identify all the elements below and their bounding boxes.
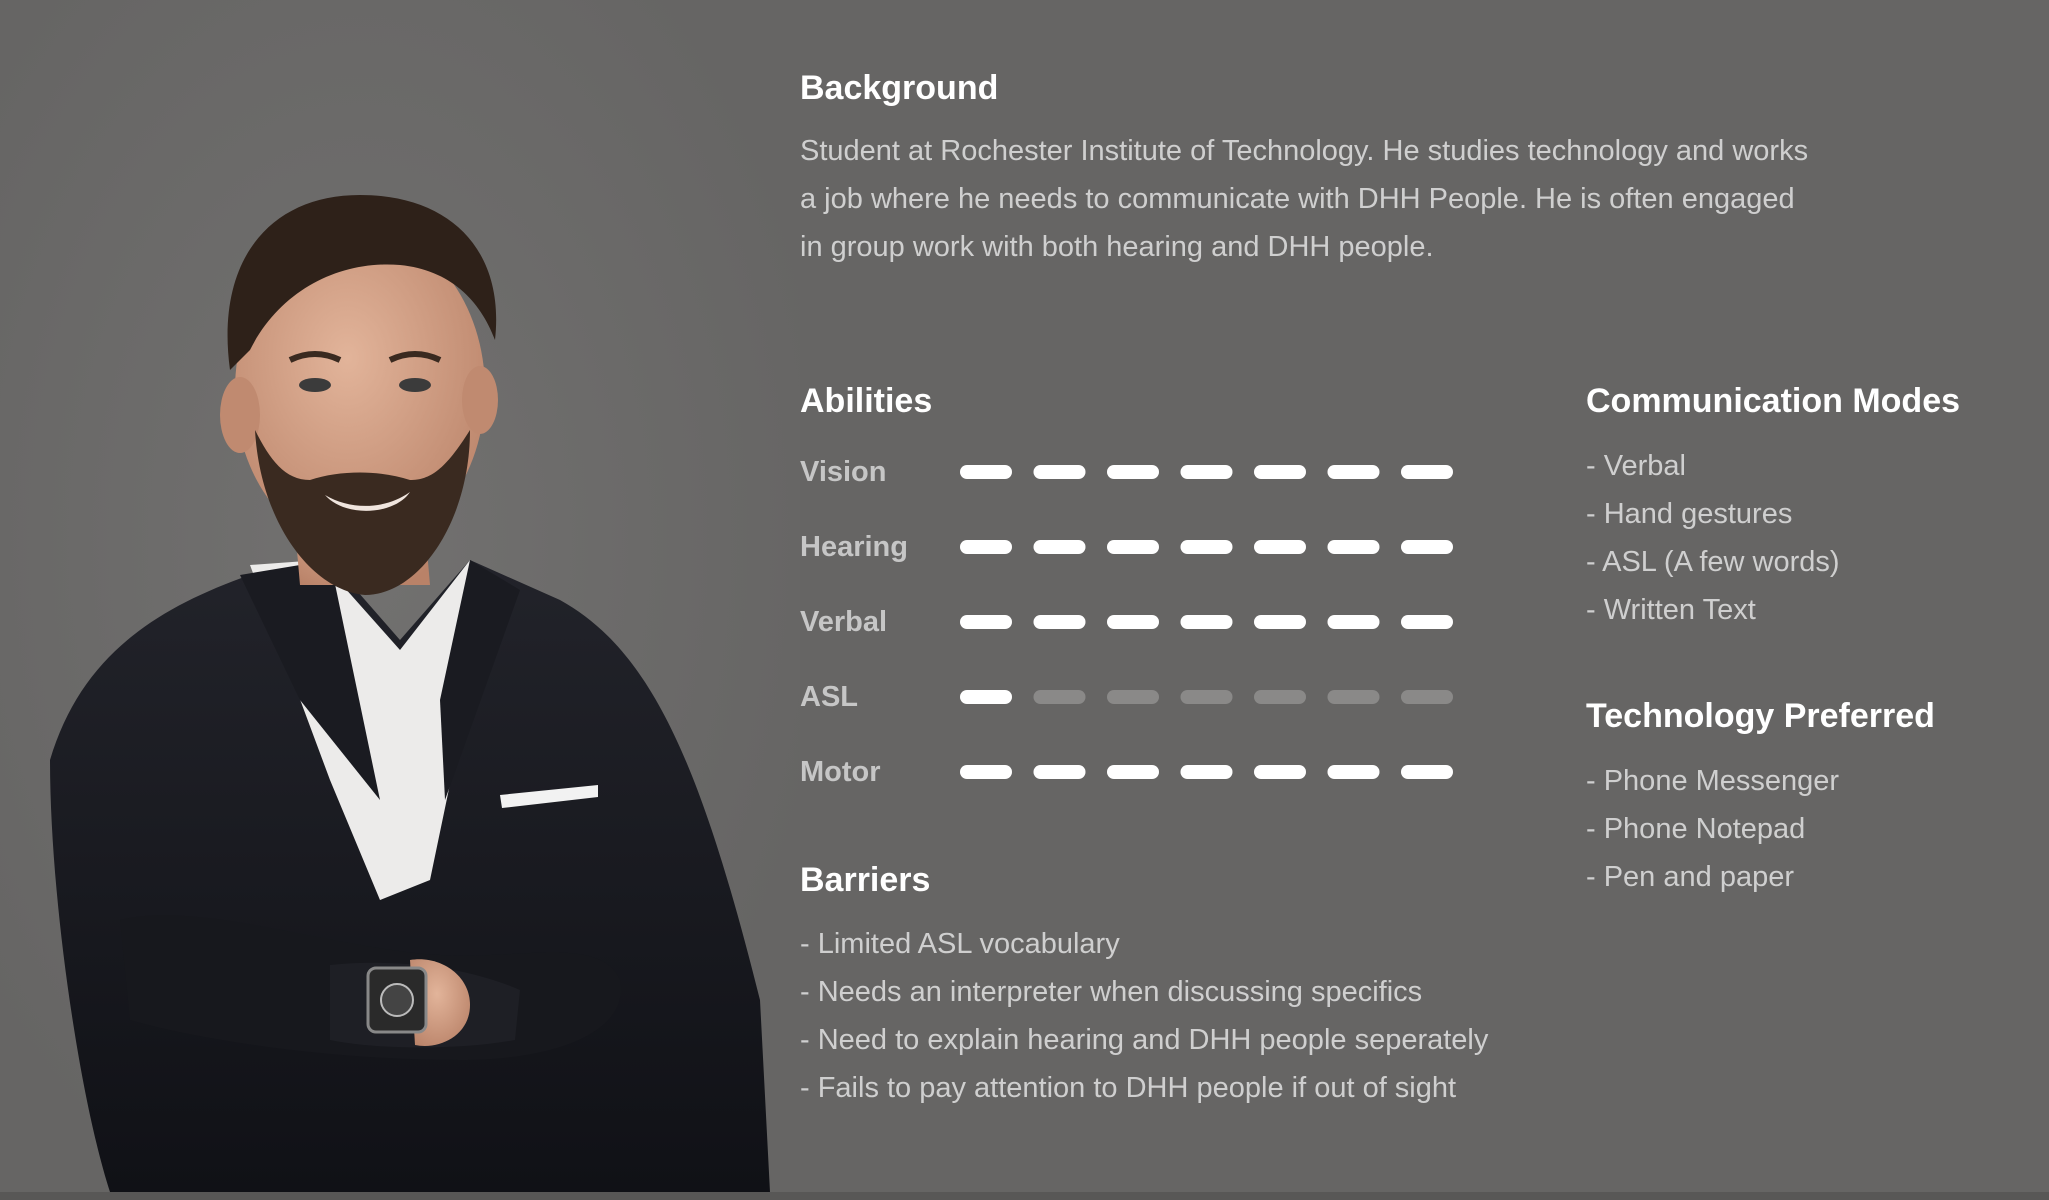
technology-item: - Pen and paper — [1586, 861, 1794, 893]
ability-label: Verbal — [800, 606, 888, 638]
ability-level-bars — [960, 690, 1453, 704]
ability-bar-filled — [1107, 615, 1159, 629]
ability-bar-filled — [1033, 615, 1086, 629]
ability-row: Motor — [800, 748, 1500, 823]
ability-level-bars — [960, 765, 1453, 779]
persona-photo — [0, 0, 800, 1200]
communication-mode-item: - Hand gestures — [1586, 498, 1793, 530]
ability-bar-empty — [1254, 690, 1306, 704]
ability-bar-filled — [1401, 465, 1453, 479]
barriers-list: - Limited ASL vocabulary - Needs an inte… — [800, 920, 1488, 1112]
communication-modes-heading: Communication Modes — [1586, 382, 1961, 420]
barrier-item: - Needs an interpreter when discussing s… — [800, 976, 1423, 1008]
ability-bar-filled — [960, 690, 1012, 704]
ability-bar-filled — [1107, 765, 1159, 779]
ability-bar-filled — [1327, 540, 1380, 554]
background-line: in group work with both hearing and DHH … — [800, 231, 1434, 263]
ability-label: ASL — [800, 681, 858, 713]
ability-label: Motor — [800, 756, 881, 788]
ability-bar-empty — [1401, 690, 1453, 704]
technology-preferred-heading: Technology Preferred — [1586, 697, 1935, 735]
barrier-item: - Limited ASL vocabulary — [800, 928, 1120, 960]
ability-row: Hearing — [800, 523, 1500, 598]
ability-bar-filled — [960, 765, 1012, 779]
ability-bar-empty — [1033, 690, 1086, 704]
ability-row: Verbal — [800, 598, 1500, 673]
ability-bar-filled — [1180, 765, 1233, 779]
ability-bar-filled — [960, 615, 1012, 629]
ability-bar-filled — [1033, 540, 1086, 554]
ability-bar-filled — [1033, 465, 1086, 479]
ability-bar-filled — [1254, 615, 1306, 629]
ability-bar-filled — [1033, 765, 1086, 779]
ability-row: Vision — [800, 448, 1500, 523]
ability-bar-filled — [1180, 540, 1233, 554]
communication-mode-item: - Written Text — [1586, 594, 1756, 626]
background-line: Student at Rochester Institute of Techno… — [800, 135, 1809, 167]
barriers-heading: Barriers — [800, 861, 931, 899]
abilities-heading: Abilities — [800, 382, 933, 420]
ability-level-bars — [960, 465, 1453, 479]
background-heading: Background — [800, 69, 999, 107]
ability-bar-filled — [1401, 615, 1453, 629]
ability-bar-filled — [1401, 540, 1453, 554]
abilities-list: Vision Hearing Verbal ASL Motor — [800, 448, 1500, 823]
ability-label: Hearing — [800, 531, 908, 563]
ability-bar-filled — [1107, 465, 1159, 479]
barrier-item: - Fails to pay attention to DHH people i… — [800, 1072, 1457, 1104]
ability-bar-filled — [1327, 615, 1380, 629]
technology-preferred-list: - Phone Messenger - Phone Notepad - Pen … — [1586, 757, 1839, 901]
ability-level-bars — [960, 615, 1453, 629]
ability-bar-filled — [960, 540, 1012, 554]
ability-level-bars — [960, 540, 1453, 554]
ability-row: ASL — [800, 673, 1500, 748]
ability-bar-filled — [1327, 465, 1380, 479]
ability-label: Vision — [800, 456, 887, 488]
bottom-divider — [0, 1192, 2049, 1200]
ability-bar-filled — [1180, 465, 1233, 479]
ability-bar-filled — [1327, 765, 1380, 779]
ability-bar-filled — [1180, 615, 1233, 629]
technology-item: - Phone Notepad — [1586, 813, 1806, 845]
background-line: a job where he needs to communicate with… — [800, 183, 1795, 215]
ability-bar-filled — [1254, 465, 1306, 479]
communication-mode-item: - ASL (A few words) — [1586, 546, 1840, 578]
background-text: Student at Rochester Institute of Techno… — [800, 127, 2000, 271]
communication-mode-item: - Verbal — [1586, 450, 1686, 482]
ability-bar-filled — [1107, 540, 1159, 554]
technology-item: - Phone Messenger — [1586, 765, 1840, 797]
ability-bar-filled — [1401, 765, 1453, 779]
ability-bar-empty — [1180, 690, 1233, 704]
person-portrait-icon — [0, 0, 800, 1200]
ability-bar-empty — [1327, 690, 1380, 704]
ability-bar-filled — [1254, 765, 1306, 779]
ability-bar-filled — [960, 465, 1012, 479]
barrier-item: - Need to explain hearing and DHH people… — [800, 1024, 1489, 1056]
ability-bar-filled — [1254, 540, 1306, 554]
ability-bar-empty — [1107, 690, 1159, 704]
communication-modes-list: - Verbal - Hand gestures - ASL (A few wo… — [1586, 442, 1840, 634]
